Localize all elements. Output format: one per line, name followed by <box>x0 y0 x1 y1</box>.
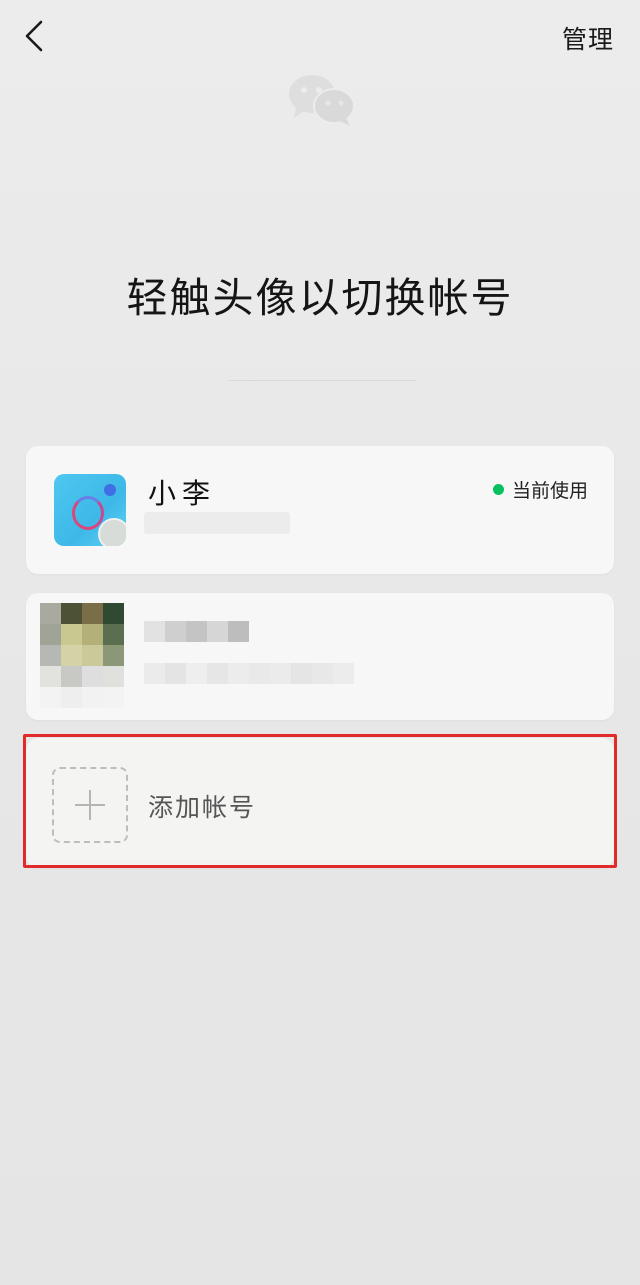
status-label: 当前使用 <box>511 480 588 502</box>
plus-icon <box>75 790 105 820</box>
account-switch-screen: 管理 轻触头像以切换帐号 小李 当前使用 添加帐号 <box>0 0 640 1285</box>
account-card-current[interactable]: 小李 当前使用 <box>26 446 614 574</box>
status-badge: 当前使用 <box>492 476 588 503</box>
add-account-card[interactable]: 添加帐号 <box>26 738 614 868</box>
add-account-button[interactable] <box>52 767 128 843</box>
title-divider <box>228 380 416 381</box>
avatar-ring-graphic <box>72 496 104 530</box>
account-card-other[interactable] <box>26 593 614 720</box>
blurred-account-id <box>144 663 354 684</box>
blurred-account-id <box>144 512 290 534</box>
wechat-logo-icon <box>289 75 355 126</box>
page-title: 轻触头像以切换帐号 <box>126 274 514 322</box>
blurred-avatar[interactable] <box>40 603 124 708</box>
avatar-badge <box>98 518 126 546</box>
avatar-dot-graphic <box>104 484 116 496</box>
manage-button[interactable]: 管理 <box>562 20 614 56</box>
account-name: 小李 <box>148 477 217 510</box>
add-account-label: 添加帐号 <box>148 793 257 822</box>
blurred-account-name <box>144 621 249 642</box>
back-button[interactable] <box>14 16 54 56</box>
chevron-left-icon <box>25 20 43 52</box>
status-dot-icon <box>492 484 504 495</box>
account-avatar[interactable] <box>54 474 126 546</box>
